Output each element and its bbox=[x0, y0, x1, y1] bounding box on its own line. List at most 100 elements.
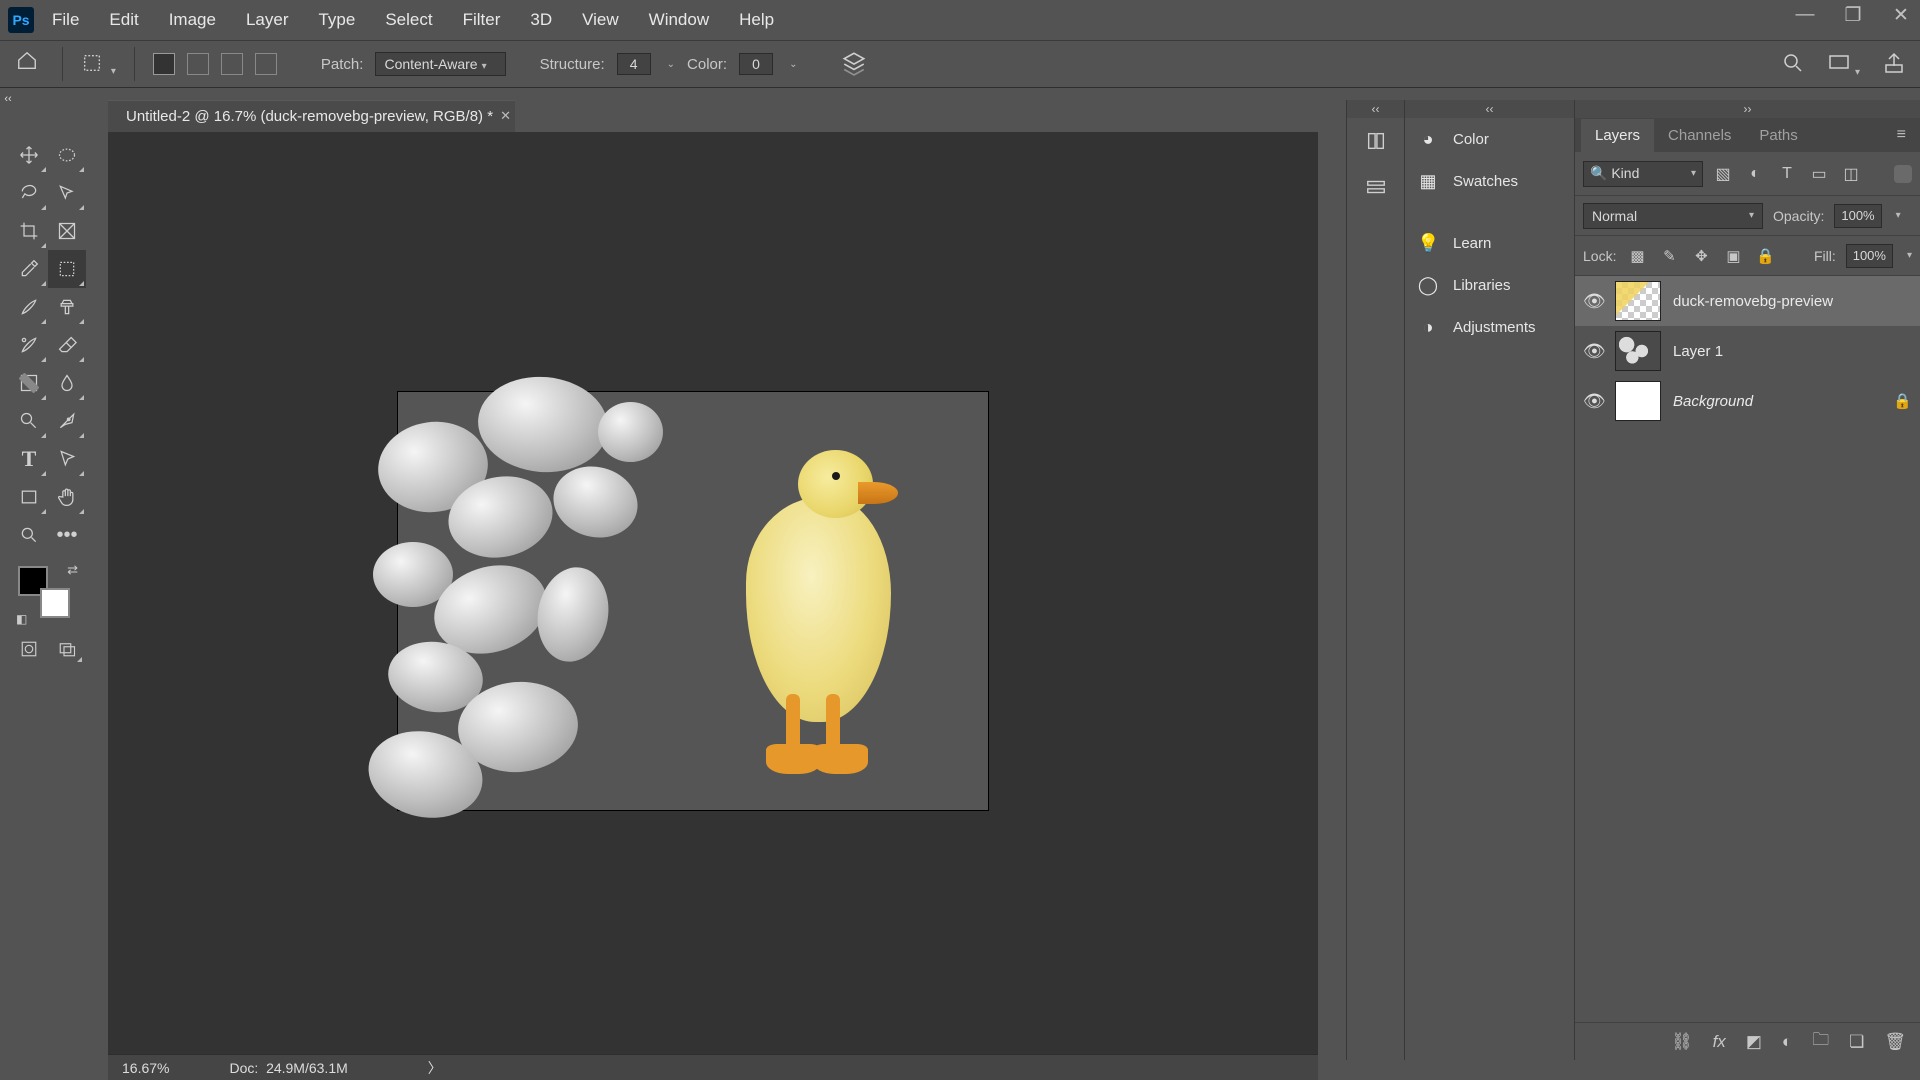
tab-layers[interactable]: Layers bbox=[1581, 119, 1654, 152]
zoom-level[interactable]: 16.67% bbox=[122, 1060, 169, 1076]
menu-select[interactable]: Select bbox=[373, 2, 444, 38]
history-panel-icon[interactable] bbox=[1347, 118, 1404, 164]
tools-collapse-icon[interactable]: ‹‹ bbox=[0, 90, 16, 108]
lock-image-icon[interactable]: ✎ bbox=[1658, 247, 1680, 265]
filter-toggle[interactable] bbox=[1894, 165, 1912, 183]
menu-view[interactable]: View bbox=[570, 2, 631, 38]
filter-adjust-icon[interactable]: ◐ bbox=[1743, 165, 1767, 183]
collapse-arrows-icon[interactable]: ‹‹ bbox=[1347, 100, 1404, 118]
close-tab-icon[interactable]: ✕ bbox=[500, 108, 511, 124]
patch-source-icon[interactable] bbox=[153, 53, 175, 75]
adjustment-layer-icon[interactable]: ◐ bbox=[1782, 1032, 1792, 1052]
new-layer-icon[interactable]: ❏ bbox=[1849, 1032, 1864, 1052]
quick-select-tool[interactable] bbox=[48, 174, 86, 212]
layer-row[interactable]: 👁 Layer 1 bbox=[1575, 326, 1920, 376]
swap-colors-icon[interactable]: ⇄ bbox=[67, 562, 78, 578]
hand-tool[interactable] bbox=[48, 478, 86, 516]
move-tool[interactable] bbox=[10, 136, 48, 174]
color-value-field[interactable]: 0 bbox=[739, 53, 773, 75]
layer-thumbnail[interactable] bbox=[1615, 331, 1661, 371]
layer-row[interactable]: 👁 duck-removebg-preview bbox=[1575, 276, 1920, 326]
layer-name[interactable]: duck-removebg-preview bbox=[1673, 293, 1833, 310]
tab-channels[interactable]: Channels bbox=[1654, 119, 1745, 152]
layer-thumbnail[interactable] bbox=[1615, 281, 1661, 321]
structure-value-field[interactable]: 4 bbox=[617, 53, 651, 75]
lock-position-icon[interactable]: ✥ bbox=[1690, 247, 1712, 265]
menu-type[interactable]: Type bbox=[306, 2, 367, 38]
search-icon[interactable] bbox=[1781, 51, 1805, 78]
layer-name[interactable]: Background bbox=[1673, 393, 1753, 410]
clone-stamp-tool[interactable] bbox=[48, 288, 86, 326]
patch-pattern-icon[interactable] bbox=[255, 53, 277, 75]
eyedropper-tool[interactable] bbox=[10, 250, 48, 288]
delete-layer-icon[interactable]: 🗑 bbox=[1884, 1032, 1906, 1052]
patch-tool[interactable] bbox=[48, 250, 86, 288]
link-layers-icon[interactable]: ⛓ bbox=[1671, 1032, 1693, 1052]
blur-tool[interactable] bbox=[48, 364, 86, 402]
fill-stepper-icon[interactable]: ▾ bbox=[1907, 250, 1912, 261]
opacity-field[interactable]: 100% bbox=[1834, 204, 1881, 228]
menu-help[interactable]: Help bbox=[727, 2, 786, 38]
visibility-toggle-icon[interactable]: 👁 bbox=[1583, 291, 1603, 312]
filter-type-icon[interactable]: T bbox=[1775, 165, 1799, 183]
current-tool-icon[interactable]: ▾ bbox=[81, 52, 116, 77]
structure-stepper-icon[interactable]: ⌄ bbox=[667, 59, 675, 70]
type-tool[interactable]: T bbox=[10, 440, 48, 478]
share-icon[interactable] bbox=[1882, 51, 1906, 78]
background-color[interactable] bbox=[40, 588, 70, 618]
history-brush-tool[interactable] bbox=[10, 326, 48, 364]
filter-pixel-icon[interactable]: ▧ bbox=[1711, 164, 1735, 184]
screenmode-icon[interactable]: ▾ bbox=[1827, 51, 1860, 78]
color-swatches[interactable]: ⇄ ◧ bbox=[10, 560, 86, 628]
collapse-arrows-icon[interactable]: ‹‹ bbox=[1405, 100, 1574, 118]
menu-window[interactable]: Window bbox=[637, 2, 721, 38]
patch-transparent-icon[interactable] bbox=[221, 53, 243, 75]
home-icon[interactable] bbox=[16, 50, 38, 78]
window-restore-icon[interactable]: ❐ bbox=[1840, 4, 1866, 27]
lasso-tool[interactable] bbox=[10, 174, 48, 212]
layer-row[interactable]: 👁 Background 🔒 bbox=[1575, 376, 1920, 426]
tab-paths[interactable]: Paths bbox=[1745, 119, 1811, 152]
properties-panel-icon[interactable] bbox=[1347, 164, 1404, 210]
panel-swatches[interactable]: ▦Swatches bbox=[1405, 160, 1574, 202]
doc-size[interactable]: Doc: 24.9M/63.1M bbox=[229, 1060, 347, 1076]
window-minimize-icon[interactable]: — bbox=[1792, 4, 1818, 27]
quickmask-icon[interactable] bbox=[12, 634, 46, 664]
canvas-area[interactable] bbox=[108, 132, 1318, 1062]
path-select-tool[interactable] bbox=[48, 440, 86, 478]
filter-smart-icon[interactable]: ◫ bbox=[1839, 164, 1863, 184]
crop-tool[interactable] bbox=[10, 212, 48, 250]
layer-filter-kind-dropdown[interactable]: 🔍 Kind▾ bbox=[1583, 161, 1703, 187]
eraser-tool[interactable] bbox=[48, 326, 86, 364]
panel-learn[interactable]: 💡Learn bbox=[1405, 222, 1574, 264]
panel-color[interactable]: ◕Color bbox=[1405, 118, 1574, 160]
rectangle-tool[interactable] bbox=[10, 478, 48, 516]
dodge-tool[interactable] bbox=[10, 402, 48, 440]
patch-mode-dropdown[interactable]: Content-Aware▾ bbox=[375, 52, 505, 76]
layer-group-icon[interactable]: 🗀 bbox=[1812, 1027, 1829, 1056]
filter-shape-icon[interactable]: ▭ bbox=[1807, 164, 1831, 184]
menu-filter[interactable]: Filter bbox=[451, 2, 513, 38]
gradient-tool[interactable] bbox=[10, 364, 48, 402]
visibility-toggle-icon[interactable]: 👁 bbox=[1583, 391, 1603, 412]
marquee-tool[interactable] bbox=[48, 136, 86, 174]
layer-fx-icon[interactable]: fx bbox=[1713, 1032, 1726, 1052]
opacity-stepper-icon[interactable]: ▾ bbox=[1896, 210, 1901, 221]
frame-tool[interactable] bbox=[48, 212, 86, 250]
color-stepper-icon[interactable]: ⌄ bbox=[789, 59, 797, 70]
edit-toolbar-icon[interactable]: ••• bbox=[48, 516, 86, 554]
menu-3d[interactable]: 3D bbox=[518, 2, 564, 38]
menu-file[interactable]: File bbox=[40, 2, 91, 38]
status-flyout-icon[interactable]: 〉 bbox=[428, 1058, 442, 1078]
screenmode-toggle-icon[interactable] bbox=[50, 634, 84, 664]
layer-thumbnail[interactable] bbox=[1615, 381, 1661, 421]
collapse-arrows-icon[interactable]: ›› bbox=[1575, 100, 1920, 118]
lock-transparent-icon[interactable]: ▩ bbox=[1626, 247, 1648, 265]
pen-tool[interactable] bbox=[48, 402, 86, 440]
sample-all-layers-icon[interactable] bbox=[841, 50, 867, 79]
lock-all-icon[interactable]: 🔒 bbox=[1754, 247, 1776, 265]
menu-layer[interactable]: Layer bbox=[234, 2, 301, 38]
default-colors-icon[interactable]: ◧ bbox=[16, 612, 27, 626]
panel-adjustments[interactable]: ◑Adjustments bbox=[1405, 306, 1574, 348]
patch-destination-icon[interactable] bbox=[187, 53, 209, 75]
